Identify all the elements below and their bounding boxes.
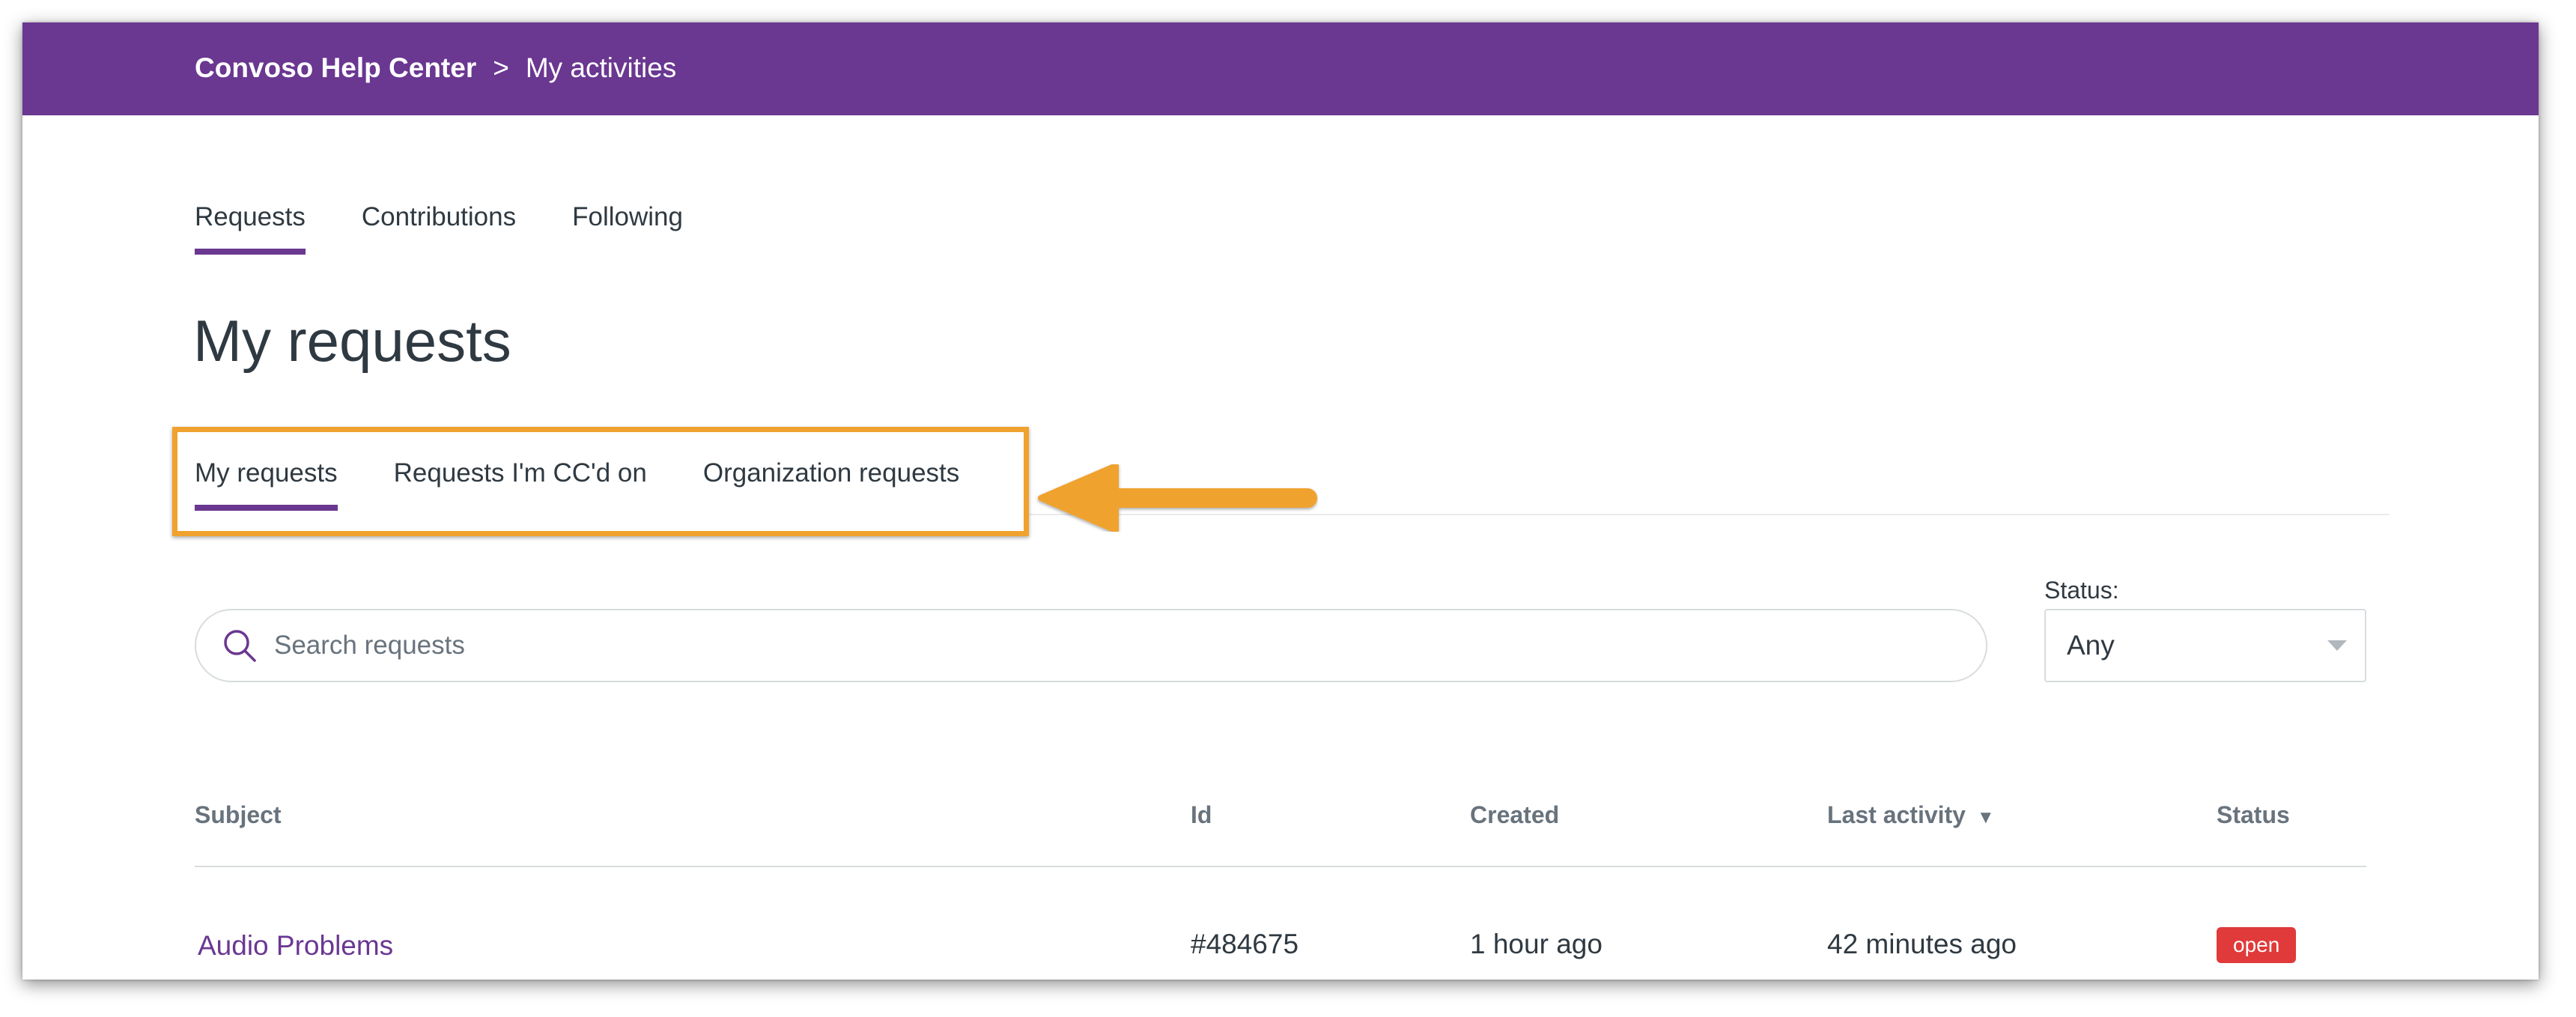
tab-cc-requests[interactable]: Requests I'm CC'd on xyxy=(394,458,647,511)
tab-my-requests[interactable]: My requests xyxy=(195,458,338,511)
column-header-status: Status xyxy=(2217,801,2290,828)
header-bar: Convoso Help Center > My activities xyxy=(22,22,2539,115)
breadcrumb: Convoso Help Center > My activities xyxy=(195,52,676,84)
breadcrumb-home-link[interactable]: Convoso Help Center xyxy=(195,52,476,84)
status-filter-value: Any xyxy=(2067,630,2115,661)
last-activity-label: Last activity xyxy=(1827,801,1966,828)
request-id: #484675 xyxy=(1191,929,1299,959)
status-filter-label: Status: xyxy=(2044,577,2119,604)
status-filter-select[interactable]: Any xyxy=(2044,609,2366,682)
chevron-down-icon xyxy=(2327,640,2347,651)
status-badge: open xyxy=(2217,927,2297,963)
browser-page: Convoso Help Center > My activities Requ… xyxy=(22,22,2539,980)
search-icon xyxy=(222,628,258,664)
request-subject-link[interactable]: Audio Problems xyxy=(198,930,393,962)
column-header-created: Created xyxy=(1470,801,1560,828)
column-header-last-activity[interactable]: Last activity ▼ xyxy=(1827,801,1995,829)
column-header-subject: Subject xyxy=(195,801,282,828)
tab-contributions[interactable]: Contributions xyxy=(362,202,516,255)
request-created: 1 hour ago xyxy=(1470,929,1603,959)
tab-following[interactable]: Following xyxy=(572,202,683,255)
search-input[interactable]: Search requests xyxy=(195,609,1987,682)
tab-requests[interactable]: Requests xyxy=(195,202,306,255)
sort-down-icon: ▼ xyxy=(1976,807,1995,828)
page-title: My requests xyxy=(193,308,511,374)
search-placeholder: Search requests xyxy=(274,631,465,660)
table-header-divider xyxy=(195,866,2366,867)
breadcrumb-separator: > xyxy=(493,52,509,83)
activity-tabs: Requests Contributions Following xyxy=(195,202,739,255)
breadcrumb-current: My activities xyxy=(525,52,677,83)
request-last-activity: 42 minutes ago xyxy=(1827,929,2017,959)
callout-arrow-icon xyxy=(1033,463,1318,533)
tab-organization-requests[interactable]: Organization requests xyxy=(703,458,959,511)
request-tabs: My requests Requests I'm CC'd on Organiz… xyxy=(195,458,1015,511)
column-header-id: Id xyxy=(1191,801,1212,828)
